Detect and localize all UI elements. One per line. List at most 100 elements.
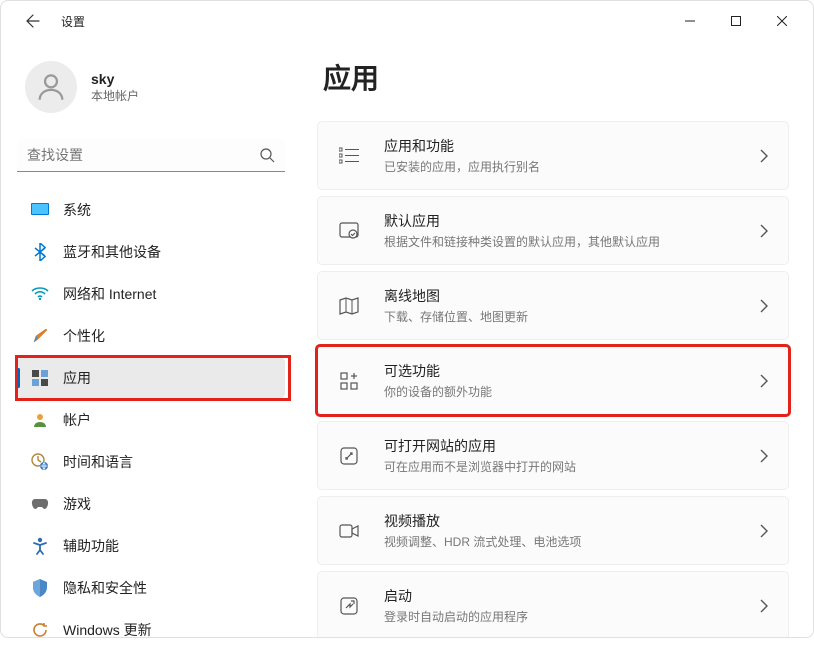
profile-name: sky — [91, 71, 139, 87]
nav-item-accessibility[interactable]: 辅助功能 — [17, 526, 285, 566]
wifi-icon — [31, 285, 49, 303]
update-icon — [31, 621, 49, 639]
minimize-icon — [685, 16, 695, 26]
default-app-icon — [338, 220, 360, 242]
nav-item-personalization[interactable]: 个性化 — [17, 316, 285, 356]
account-icon — [31, 411, 49, 429]
card-default-apps[interactable]: 默认应用 根据文件和链接种类设置的默认应用，其他默认应用 — [317, 196, 789, 265]
chevron-right-icon — [760, 299, 768, 313]
nav-label: 帐户 — [63, 410, 91, 430]
titlebar: 设置 — [1, 1, 813, 41]
window-title: 设置 — [61, 13, 85, 30]
card-body: 默认应用 根据文件和链接种类设置的默认应用，其他默认应用 — [384, 211, 760, 250]
card-title: 视频播放 — [384, 511, 760, 531]
startup-icon — [338, 595, 360, 617]
card-apps-features[interactable]: 应用和功能 已安装的应用，应用执行别名 — [317, 121, 789, 190]
profile-info: sky 本地帐户 — [91, 71, 139, 104]
card-offline-maps[interactable]: 离线地图 下载、存储位置、地图更新 — [317, 271, 789, 340]
bluetooth-icon — [31, 243, 49, 261]
nav-label: 个性化 — [63, 326, 105, 346]
nav-highlight-marker — [15, 355, 291, 401]
nav-item-windows-update[interactable]: Windows 更新 — [17, 610, 285, 650]
nav-item-privacy[interactable]: 隐私和安全性 — [17, 568, 285, 608]
nav: 系统 蓝牙和其他设备 网络和 Internet 个性化 应用 帐户 — [17, 190, 285, 650]
card-sub: 已安装的应用，应用执行别名 — [384, 158, 760, 175]
close-icon — [777, 16, 787, 26]
chevron-right-icon — [760, 524, 768, 538]
nav-item-apps[interactable]: 应用 — [17, 358, 285, 398]
clock-globe-icon — [31, 453, 49, 471]
main: 应用 应用和功能 已安装的应用，应用执行别名 默认应用 根据文件和链接种类设置的… — [301, 41, 813, 637]
maximize-icon — [731, 16, 741, 26]
nav-label: 游戏 — [63, 494, 91, 514]
shield-icon — [31, 579, 49, 597]
card-body: 视频播放 视频调整、HDR 流式处理、电池选项 — [384, 511, 760, 550]
person-icon — [34, 70, 68, 104]
card-body: 应用和功能 已安装的应用，应用执行别名 — [384, 136, 760, 175]
card-body: 启动 登录时自动启动的应用程序 — [384, 586, 760, 625]
list-icon — [338, 145, 360, 167]
card-title: 默认应用 — [384, 211, 760, 231]
display-icon — [31, 201, 49, 219]
nav-label: 网络和 Internet — [63, 284, 156, 304]
card-title: 离线地图 — [384, 286, 760, 306]
maximize-button[interactable] — [713, 5, 759, 37]
page-title: 应用 — [317, 57, 789, 97]
chevron-right-icon — [760, 374, 768, 388]
card-body: 可打开网站的应用 可在应用而不是浏览器中打开的网站 — [384, 436, 760, 475]
profile[interactable]: sky 本地帐户 — [17, 49, 285, 133]
card-video-playback[interactable]: 视频播放 视频调整、HDR 流式处理、电池选项 — [317, 496, 789, 565]
chevron-right-icon — [760, 224, 768, 238]
video-icon — [338, 520, 360, 542]
gamepad-icon — [31, 495, 49, 513]
accessibility-icon — [31, 537, 49, 555]
titlebar-left: 设置 — [9, 9, 85, 33]
map-icon — [338, 295, 360, 317]
card-body: 离线地图 下载、存储位置、地图更新 — [384, 286, 760, 325]
card-sub: 下载、存储位置、地图更新 — [384, 308, 760, 325]
nav-item-accounts[interactable]: 帐户 — [17, 400, 285, 440]
card-sub: 可在应用而不是浏览器中打开的网站 — [384, 458, 760, 475]
close-button[interactable] — [759, 5, 805, 37]
search-box[interactable] — [17, 139, 285, 172]
card-list: 应用和功能 已安装的应用，应用执行别名 默认应用 根据文件和链接种类设置的默认应… — [317, 121, 789, 637]
nav-label: 系统 — [63, 200, 91, 220]
back-arrow-icon — [25, 13, 41, 29]
card-title: 可打开网站的应用 — [384, 436, 760, 456]
nav-item-gaming[interactable]: 游戏 — [17, 484, 285, 524]
back-button[interactable] — [21, 9, 45, 33]
content: sky 本地帐户 系统 蓝牙和其他设备 网络和 Internet — [1, 41, 813, 637]
nav-label: 应用 — [63, 368, 91, 388]
card-body: 可选功能 你的设备的额外功能 — [384, 361, 760, 400]
profile-sub: 本地帐户 — [91, 87, 139, 104]
nav-label: 蓝牙和其他设备 — [63, 242, 161, 262]
card-sub: 你的设备的额外功能 — [384, 383, 760, 400]
nav-item-system[interactable]: 系统 — [17, 190, 285, 230]
chevron-right-icon — [760, 149, 768, 163]
app-link-icon — [338, 445, 360, 467]
window-controls — [667, 5, 805, 37]
nav-item-bluetooth[interactable]: 蓝牙和其他设备 — [17, 232, 285, 272]
card-sub: 根据文件和链接种类设置的默认应用，其他默认应用 — [384, 233, 760, 250]
nav-item-time-language[interactable]: 时间和语言 — [17, 442, 285, 482]
sidebar: sky 本地帐户 系统 蓝牙和其他设备 网络和 Internet — [1, 41, 301, 637]
card-title: 启动 — [384, 586, 760, 606]
minimize-button[interactable] — [667, 5, 713, 37]
nav-label: Windows 更新 — [63, 620, 152, 640]
card-title: 应用和功能 — [384, 136, 760, 156]
apps-icon — [31, 369, 49, 387]
card-title: 可选功能 — [384, 361, 760, 381]
avatar — [25, 61, 77, 113]
search-input[interactable] — [27, 147, 259, 163]
chevron-right-icon — [760, 449, 768, 463]
search-icon — [259, 147, 275, 163]
card-sub: 登录时自动启动的应用程序 — [384, 608, 760, 625]
card-sub: 视频调整、HDR 流式处理、电池选项 — [384, 533, 760, 550]
brush-icon — [31, 327, 49, 345]
card-apps-for-websites[interactable]: 可打开网站的应用 可在应用而不是浏览器中打开的网站 — [317, 421, 789, 490]
card-startup[interactable]: 启动 登录时自动启动的应用程序 — [317, 571, 789, 637]
nav-label: 时间和语言 — [63, 452, 133, 472]
chevron-right-icon — [760, 599, 768, 613]
nav-item-network[interactable]: 网络和 Internet — [17, 274, 285, 314]
card-optional-features[interactable]: 可选功能 你的设备的额外功能 — [317, 346, 789, 415]
